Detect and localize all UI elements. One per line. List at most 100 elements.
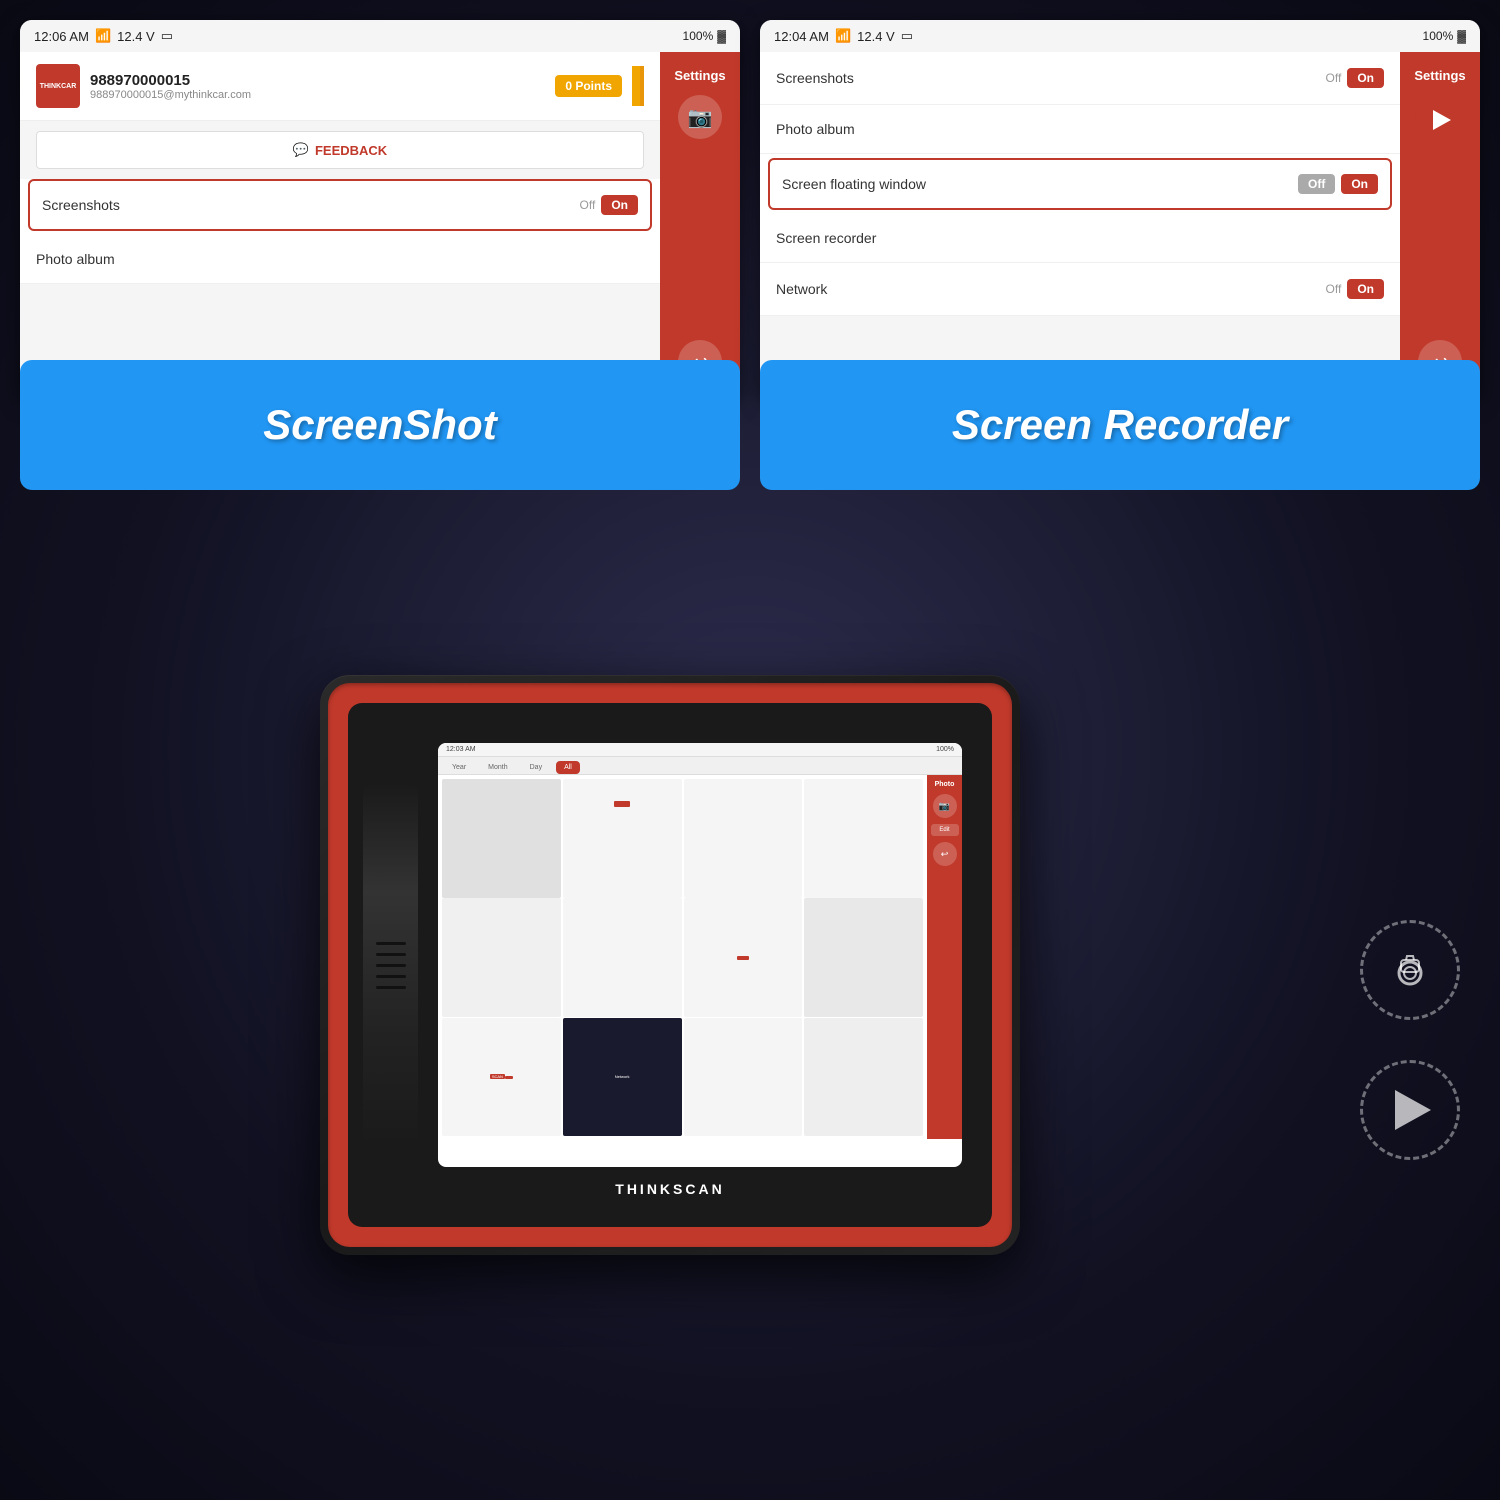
thinkscan-device: 12:03 AM 100% Year Month Day All [320,675,1020,1255]
photo-album-item[interactable]: Photo album [20,235,660,284]
device-camera-btn[interactable]: 📷 [933,794,957,818]
device-tab-day[interactable]: Day [522,761,550,774]
device-tabs: Year Month Day All [438,757,962,775]
right-floating-label: Screen floating window [782,176,926,192]
corner-icons [1360,920,1460,1160]
device-back-sidebar-btn[interactable]: ↩ [933,842,957,866]
device-tab-all[interactable]: All [556,761,580,774]
right-statusbar-left: 12:04 AM 📶 12.4 V ▭ [774,28,913,44]
left-voltage: 12.4 V [117,29,155,44]
right-photo-album-label: Photo album [776,121,855,137]
device-photos-area: SCAN Network [438,775,962,1139]
screenshots-item[interactable]: Screenshots Off On [28,179,652,231]
right-statusbar: 12:04 AM 📶 12.4 V ▭ 100% ▓ [760,20,1480,52]
photo-album-label: Photo album [36,251,115,267]
right-screenshots-label: Screenshots [776,70,854,86]
photo-thumb-1 [442,779,561,898]
right-screenshots-toggle[interactable]: Off On [1326,68,1384,88]
right-floating-toggle[interactable]: Off On [1298,174,1378,194]
screenshots-toggle[interactable]: Off On [580,195,638,215]
ticket-strip [632,66,644,106]
left-statusbar-left: 12:06 AM 📶 12.4 V ▭ [34,28,173,44]
left-battery-pct: 100% [683,29,714,43]
feedback-label: FEEDBACK [315,143,387,158]
play-icon [1395,1090,1431,1130]
device-tab-year[interactable]: Year [444,761,474,774]
right-network-item[interactable]: Network Off On [760,263,1400,316]
right-floating-window-item[interactable]: Screen floating window Off On [768,158,1392,210]
right-phone-sidebar: Settings ↩ [1400,52,1480,400]
right-main-content: Screenshots Off On Photo album Screen fl… [760,52,1400,400]
right-photo-album-item[interactable]: Photo album [760,105,1400,154]
device-edit-btn[interactable]: Edit [931,824,959,836]
play-circle-icon [1360,1060,1460,1160]
left-camera-btn[interactable]: 📷 [678,95,722,139]
device-battery: 100% [936,746,954,753]
left-settings-list: Screenshots Off On Photo album [20,179,660,284]
logo-text: THINKCAR [40,83,77,90]
photo-thumb-11 [684,1018,803,1137]
right-network-toggle[interactable]: Off On [1326,279,1384,299]
left-statusbar: 12:06 AM 📶 12.4 V ▭ 100% ▓ [20,20,740,52]
grip-line-4 [376,975,406,978]
right-sidebar-title: Settings [1414,68,1465,83]
device-tab-month[interactable]: Month [480,761,515,774]
photo-thumb-2 [563,779,682,898]
right-floating-off: Off [1298,174,1335,194]
device-photo-sidebar: Photo 📷 Edit ↩ [927,775,962,1139]
right-time: 12:04 AM [774,29,829,44]
play-triangle-icon [1433,110,1451,130]
right-statusbar-right: 100% ▓ [1423,29,1466,43]
device-section: 12:03 AM 100% Year Month Day All [0,430,1500,1500]
device-screen[interactable]: 12:03 AM 100% Year Month Day All [438,743,962,1167]
left-time: 12:06 AM [34,29,89,44]
left-phone-content: THINKCAR 988970000015 988970000015@mythi… [20,52,740,400]
feedback-icon: 💬 [293,142,309,158]
profile-email: 988970000015@mythinkcar.com [90,89,545,101]
points-badge: 0 Points [555,75,622,97]
profile-section: THINKCAR 988970000015 988970000015@mythi… [20,52,660,121]
screenshots-off: Off [580,198,596,212]
device-screen-content: 12:03 AM 100% Year Month Day All [438,743,962,1167]
device-back-icon: ↩ [941,849,949,860]
right-screenshots-off: Off [1326,71,1342,85]
right-network-off: Off [1326,282,1342,296]
device-red-trim: 12:03 AM 100% Year Month Day All [328,683,1012,1247]
right-screenshots-item[interactable]: Screenshots Off On [760,52,1400,105]
device-statusbar: 12:03 AM 100% [438,743,962,757]
left-sidebar-title: Settings [674,68,725,83]
photo-thumb-7 [684,898,803,1017]
left-phone-sidebar: Settings 📷 ↩ [660,52,740,400]
account-number: 988970000015 [90,72,545,89]
left-wifi-icon: 📶 [95,28,111,44]
right-floating-on: On [1341,174,1378,194]
left-statusbar-right: 100% ▓ [683,29,726,43]
grip-line-1 [376,942,406,945]
device-outer: 12:03 AM 100% Year Month Day All [320,675,1020,1255]
device-grip [363,783,418,1147]
screenshots-on: On [601,195,638,215]
left-battery-bar: ▓ [717,29,726,43]
feedback-button[interactable]: 💬 FEEDBACK [36,131,644,169]
right-battery-icon: ▭ [901,28,913,44]
top-panels: 12:06 AM 📶 12.4 V ▭ 100% ▓ THINKCAR 9889… [20,20,1480,400]
device-photo-grid: SCAN Network [438,775,927,1139]
device-cam-icon: 📷 [939,801,950,812]
photo-thumb-10: Network [563,1018,682,1137]
right-voltage: 12.4 V [857,29,895,44]
device-time: 12:03 AM [446,746,476,753]
grip-line-2 [376,953,406,956]
right-wifi-icon: 📶 [835,28,851,44]
right-phone-content: Screenshots Off On Photo album Screen fl… [760,52,1480,400]
right-recorder-item[interactable]: Screen recorder [760,214,1400,263]
device-photo-label: Photo [935,781,955,788]
grip-line-5 [376,986,406,989]
photo-thumb-9: SCAN [442,1018,561,1137]
device-inner: 12:03 AM 100% Year Month Day All [348,703,992,1227]
screenshots-label: Screenshots [42,197,120,213]
right-play-btn[interactable] [1415,95,1465,145]
device-brand: THINKSCAN [615,1181,724,1197]
photo-thumb-3 [684,779,803,898]
right-battery-bar: ▓ [1457,29,1466,43]
right-network-label: Network [776,281,827,297]
